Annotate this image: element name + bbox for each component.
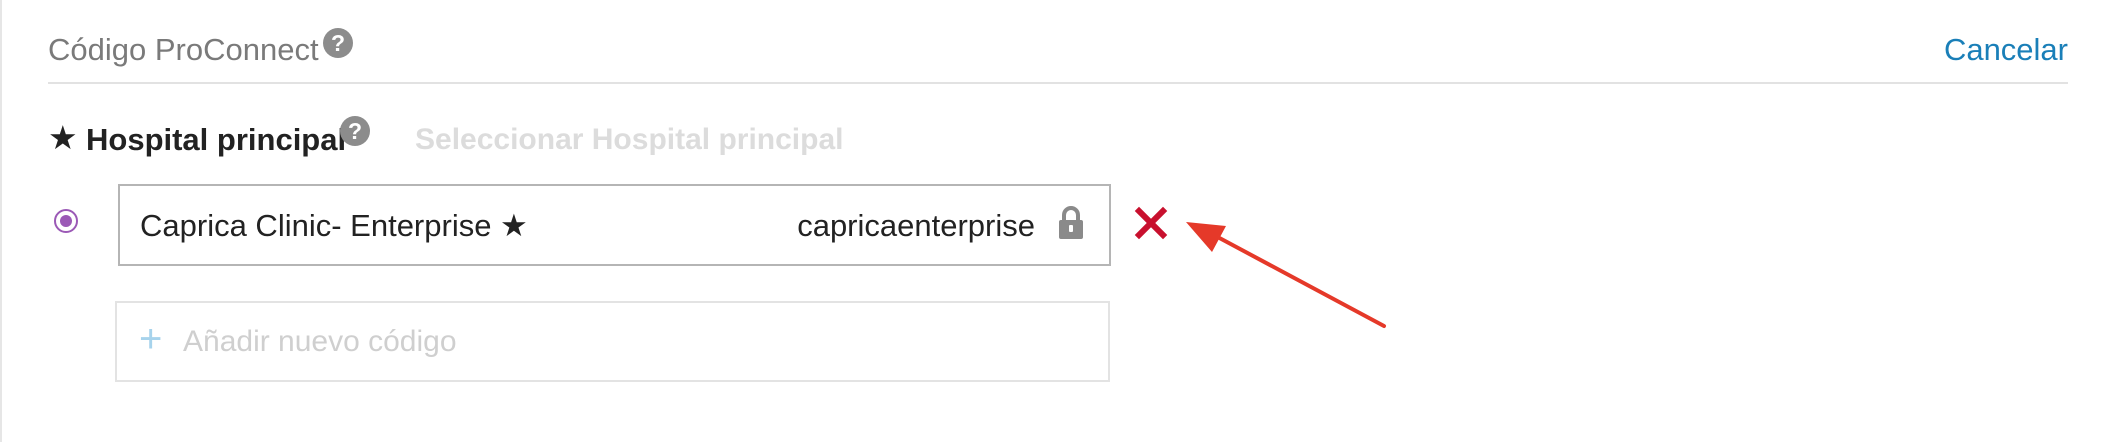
radio-dot bbox=[60, 215, 72, 227]
primary-hospital-row: ★ Hospital principal ? Seleccionar Hospi… bbox=[48, 116, 1048, 166]
section-title: Código ProConnect bbox=[48, 32, 319, 67]
radio-selected-icon[interactable] bbox=[54, 209, 78, 233]
add-new-code-button[interactable]: + Añadir nuevo código bbox=[115, 301, 1110, 382]
code-value: capricaenterprise bbox=[797, 208, 1035, 243]
star-icon: ★ bbox=[48, 119, 78, 156]
divider bbox=[48, 82, 2068, 84]
code-entry-row: Caprica Clinic- Enterprise ★ capricaente… bbox=[118, 184, 1111, 266]
cancel-link[interactable]: Cancelar bbox=[1944, 32, 2068, 68]
remove-icon[interactable] bbox=[1134, 206, 1168, 240]
help-icon[interactable]: ? bbox=[340, 116, 370, 146]
section-header: Código ProConnect ? Cancelar bbox=[48, 24, 2068, 82]
plus-icon: + bbox=[139, 317, 163, 361]
lock-icon bbox=[1059, 206, 1083, 239]
help-icon[interactable]: ? bbox=[323, 28, 353, 58]
add-new-code-label: Añadir nuevo código bbox=[183, 325, 457, 358]
annotation-arrow bbox=[1186, 222, 1386, 328]
primary-hospital-label: Hospital principal bbox=[86, 122, 347, 157]
select-primary-hospital-link[interactable]: Seleccionar Hospital principal bbox=[415, 123, 843, 157]
hospital-name: Caprica Clinic- Enterprise ★ bbox=[140, 208, 528, 243]
proconnect-code-panel: Código ProConnect ? Cancelar ★ Hospital … bbox=[0, 0, 2112, 442]
